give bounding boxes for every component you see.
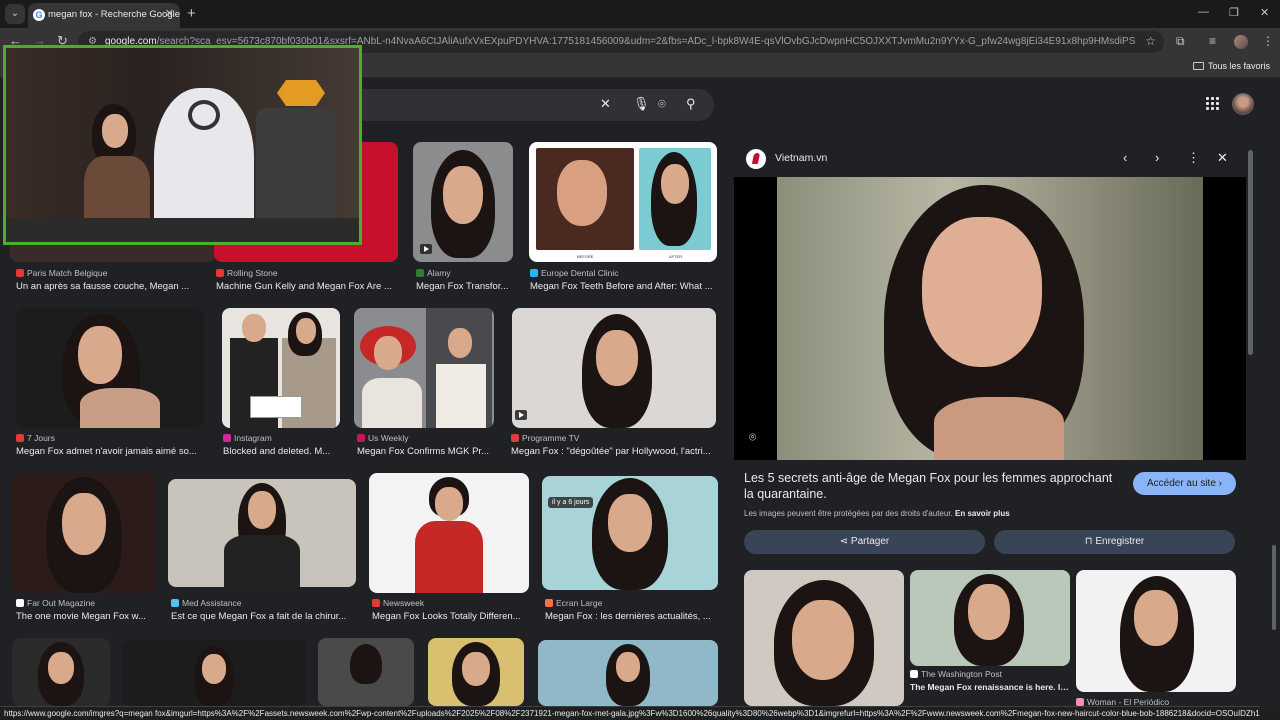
result-source-12[interactable]: Ecran Large [545, 598, 602, 608]
result-source-6[interactable]: Instagram [223, 433, 272, 443]
result-image-6[interactable] [222, 308, 340, 428]
result-image-16[interactable] [428, 638, 524, 706]
bookmark-star-icon[interactable]: ☆ [1145, 34, 1156, 48]
status-bar-url: https://www.google.com/imgres?q=megan fo… [0, 706, 1260, 720]
panel-header: Vietnam.vn ‹ › ⋮ ✕ [734, 140, 1246, 177]
result-image-5[interactable] [16, 308, 204, 428]
result-image-14[interactable] [122, 640, 306, 706]
panel-preview-image[interactable]: ⌾ [734, 177, 1246, 460]
result-caption-2[interactable]: Machine Gun Kelly and Megan Fox Are ... [216, 281, 398, 292]
result-caption-6[interactable]: Blocked and deleted. M... [223, 446, 341, 457]
panel-title[interactable]: Les 5 secrets anti-âge de Megan Fox pour… [744, 470, 1124, 502]
lens-search-icon[interactable]: ⌾ [658, 96, 666, 112]
panel-scrollbar[interactable] [1248, 150, 1253, 355]
result-source-7[interactable]: Us Weekly [357, 433, 408, 443]
result-source-5[interactable]: 7 Jours [16, 433, 55, 443]
visit-site-button[interactable]: Accéder au site › [1133, 472, 1236, 495]
google-apps-icon[interactable] [1206, 97, 1220, 111]
related-image-1[interactable] [744, 570, 904, 706]
result-source-3[interactable]: Alamy [416, 268, 451, 278]
restore-icon[interactable]: ❐ [1229, 6, 1239, 19]
result-source-2[interactable]: Rolling Stone [216, 268, 278, 278]
media-icon[interactable]: ≡ [1209, 34, 1216, 48]
tab-title: megan fox - Recherche Google [48, 9, 181, 20]
result-image-12[interactable] [542, 476, 718, 590]
result-source-10[interactable]: Med Assistance [171, 598, 242, 608]
share-icon: ⋖ [839, 536, 849, 547]
result-source-8[interactable]: Programme TV [511, 433, 579, 443]
clear-search-icon[interactable]: ✕ [600, 96, 611, 112]
previous-icon[interactable]: ‹ [1123, 150, 1127, 165]
result-image-4[interactable]: BEFORE AFTER [529, 142, 717, 262]
result-caption-11[interactable]: Megan Fox Looks Totally Differen... [372, 611, 528, 622]
result-caption-5[interactable]: Megan Fox admet n'avoir jamais aimé so..… [16, 446, 204, 457]
result-image-7[interactable] [354, 308, 494, 428]
result-caption-12[interactable]: Megan Fox : les dernières actualités, ..… [545, 611, 717, 622]
result-caption-1[interactable]: Un an après sa fausse couche, Megan ... [16, 281, 196, 292]
result-source-1[interactable]: Paris Match Belgique [16, 268, 107, 278]
result-source-9[interactable]: Far Out Magazine [16, 598, 95, 608]
related-caption-1[interactable]: The Megan Fox renaissance is here. It's.… [910, 682, 1070, 692]
next-icon[interactable]: › [1155, 150, 1159, 165]
tab-active[interactable]: G megan fox - Recherche Google ✕ [28, 3, 180, 28]
image-detail-panel: Vietnam.vn ‹ › ⋮ ✕ ⌾ Les 5 secrets anti-… [734, 140, 1246, 707]
related-source-1[interactable]: The Washington Post [910, 669, 1002, 679]
lens-icon[interactable]: ⌾ [749, 430, 756, 445]
extensions-icon[interactable]: ⧉ [1176, 34, 1185, 49]
video-icon [515, 410, 527, 420]
result-caption-10[interactable]: Est ce que Megan Fox a fait de la chirur… [171, 611, 355, 622]
share-button[interactable]: ⋖ Partager [744, 530, 985, 554]
menu-icon[interactable]: ⋮ [1262, 34, 1274, 48]
result-image-13[interactable] [12, 638, 110, 706]
result-image-17[interactable] [538, 640, 718, 706]
tab-search-icon[interactable]: ⌄ [5, 4, 25, 24]
video-icon [420, 244, 432, 254]
bookmark-icon: ⊓ [1084, 536, 1093, 547]
result-image-8[interactable] [512, 308, 716, 428]
page-scrollbar[interactable] [1272, 545, 1276, 630]
google-favicon-icon: G [33, 9, 45, 21]
result-source-11[interactable]: Newsweek [372, 598, 424, 608]
webcam-overlay [3, 45, 362, 245]
related-image-3[interactable] [1076, 570, 1236, 692]
after-label: AFTER [669, 254, 683, 259]
result-source-4[interactable]: Europe Dental Clinic [530, 268, 618, 278]
more-options-icon[interactable]: ⋮ [1187, 150, 1200, 166]
tab-strip: ⌄ G megan fox - Recherche Google ✕ + — ❐… [0, 0, 1280, 28]
result-caption-7[interactable]: Megan Fox Confirms MGK Pr... [357, 446, 495, 457]
window-close-icon[interactable]: ✕ [1260, 6, 1269, 19]
result-image-11[interactable] [369, 473, 529, 593]
result-caption-3[interactable]: Megan Fox Transfor... [416, 281, 514, 292]
learn-more-link[interactable]: En savoir plus [955, 509, 1010, 518]
close-panel-icon[interactable]: ✕ [1217, 150, 1228, 166]
search-icon[interactable]: ⚲ [686, 96, 696, 112]
result-image-15[interactable] [318, 638, 414, 706]
related-image-2[interactable] [910, 570, 1070, 666]
vietnam-logo-icon [746, 149, 766, 169]
all-bookmarks-button[interactable]: Tous les favoris [1192, 61, 1270, 71]
result-image-9[interactable] [12, 473, 156, 593]
result-caption-8[interactable]: Megan Fox : "dégoûtée" par Hollywood, l'… [511, 446, 717, 457]
before-label: BEFORE [577, 254, 594, 259]
profile-avatar[interactable] [1234, 35, 1248, 49]
copyright-notice: Les images peuvent être protégées par de… [744, 509, 1010, 518]
all-bookmarks-label: Tous les favoris [1207, 61, 1270, 71]
voice-search-icon[interactable]: 🎙 [633, 96, 650, 112]
result-image-10[interactable] [168, 479, 356, 587]
save-button[interactable]: ⊓ Enregistrer [994, 530, 1235, 554]
result-caption-4[interactable]: Megan Fox Teeth Before and After: What .… [530, 281, 718, 292]
recency-badge: il y a 6 jours [548, 497, 594, 508]
folder-icon [1192, 62, 1204, 70]
tab-close-icon[interactable]: ✕ [165, 7, 174, 20]
browser-window: ⌄ G megan fox - Recherche Google ✕ + — ❐… [0, 0, 1280, 720]
search-input[interactable]: ✕ 🎙 ⌾ ⚲ [300, 89, 714, 121]
result-caption-9[interactable]: The one movie Megan Fox w... [16, 611, 156, 622]
account-avatar[interactable] [1232, 93, 1254, 115]
new-tab-icon[interactable]: + [187, 5, 196, 22]
panel-site-name[interactable]: Vietnam.vn [775, 152, 827, 164]
minimize-icon[interactable]: — [1198, 6, 1209, 18]
